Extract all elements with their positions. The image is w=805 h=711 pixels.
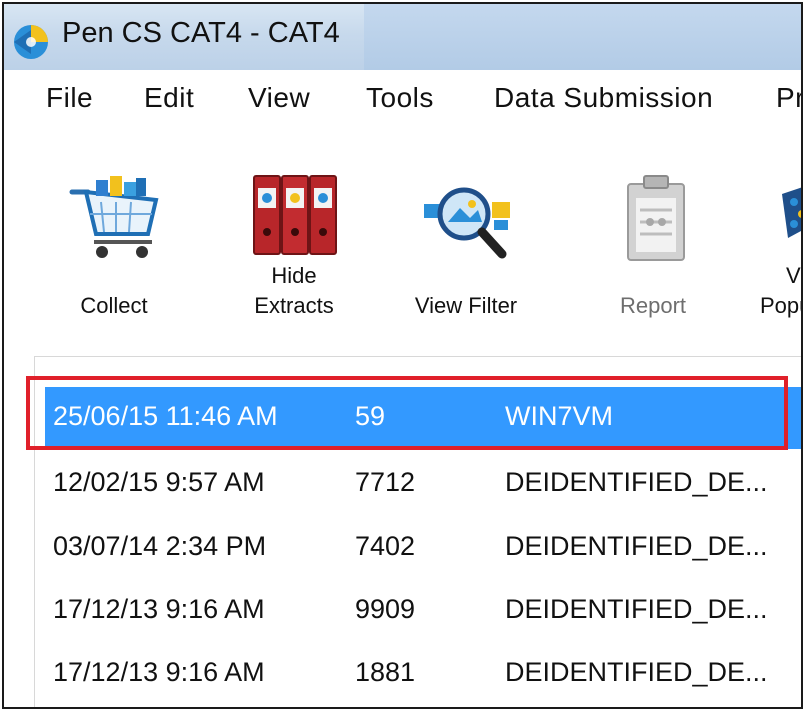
hide-extracts-button[interactable]: Hide Extracts <box>226 134 362 334</box>
extract-list: 25/06/15 11:46 AM 59 WIN7VM 12/02/15 9:5… <box>34 356 801 707</box>
extract-name: DEIDENTIFIED_DE... <box>505 531 768 561</box>
collect-label: Collect <box>80 293 148 318</box>
extract-name: DEIDENTIFIED_DE... <box>505 657 768 687</box>
menu-view[interactable]: View <box>248 82 310 114</box>
population-icon <box>782 187 801 238</box>
title-bar[interactable]: Pen CS CAT4 - CAT4 <box>4 4 801 71</box>
clipboard-icon <box>627 175 685 261</box>
window-title: Pen CS CAT4 - CAT4 <box>62 17 340 49</box>
extract-count: 1881 <box>355 657 416 687</box>
list-item[interactable]: 12/02/15 9:57 AM 7712 DEIDENTIFIED_DE... <box>45 453 801 515</box>
collect-button[interactable]: Collect <box>44 134 184 334</box>
view-filter-label: View Filter <box>414 293 518 318</box>
list-item[interactable]: 25/06/15 11:46 AM 59 WIN7VM <box>45 387 801 449</box>
view-filter-button[interactable]: View Filter <box>394 134 538 334</box>
extract-name: WIN7VM <box>505 401 613 431</box>
list-item[interactable]: 17/12/13 9:16 AM 9909 DEIDENTIFIED_DE... <box>45 580 801 642</box>
view-population-button[interactable]: Vi Popu <box>756 134 801 334</box>
extract-count: 7402 <box>355 531 416 561</box>
hide-extracts-label-line2: Extracts <box>254 293 334 318</box>
pen-cs-logo-icon <box>14 25 48 59</box>
view-population-label-line1: Vi <box>786 263 801 288</box>
extract-count: 9909 <box>355 594 416 624</box>
extract-name: DEIDENTIFIED_DE... <box>505 594 768 624</box>
menu-edit[interactable]: Edit <box>144 82 194 114</box>
extract-date: 17/12/13 9:16 AM <box>53 657 265 687</box>
extract-date: 17/12/13 9:16 AM <box>53 594 265 624</box>
hide-extracts-label-line1: Hide <box>271 263 317 288</box>
title-bar-glass <box>364 4 801 70</box>
menu-bar: File Edit View Tools Data Submission Pr <box>4 70 801 134</box>
extract-date: 25/06/15 11:46 AM <box>53 401 278 431</box>
report-label: Report <box>619 293 687 318</box>
extract-count: 7712 <box>355 467 416 497</box>
report-button[interactable]: Report <box>588 134 718 334</box>
extract-count: 59 <box>355 401 386 431</box>
menu-pr[interactable]: Pr <box>776 82 801 114</box>
app-window: Pen CS CAT4 - CAT4 File Edit View Tools … <box>2 2 803 709</box>
menu-tools[interactable]: Tools <box>366 82 434 114</box>
binders-icon <box>253 175 337 255</box>
menu-data-submission[interactable]: Data Submission <box>494 82 713 114</box>
extract-name: DEIDENTIFIED_DE... <box>505 467 768 497</box>
list-item[interactable]: 17/12/13 9:16 AM 1881 DEIDENTIFIED_DE... <box>45 643 801 705</box>
list-item[interactable]: 03/07/14 2:34 PM 7402 DEIDENTIFIED_DE... <box>45 517 801 579</box>
view-population-label-line2: Popu <box>760 293 801 318</box>
shopping-cart-icon <box>69 176 159 258</box>
toolbar: Collect Hide Extracts View Filter Report… <box>4 134 801 334</box>
menu-file[interactable]: File <box>46 82 93 114</box>
magnifier-icon <box>424 187 510 259</box>
extract-date: 12/02/15 9:57 AM <box>53 467 265 497</box>
extract-date: 03/07/14 2:34 PM <box>53 531 267 561</box>
